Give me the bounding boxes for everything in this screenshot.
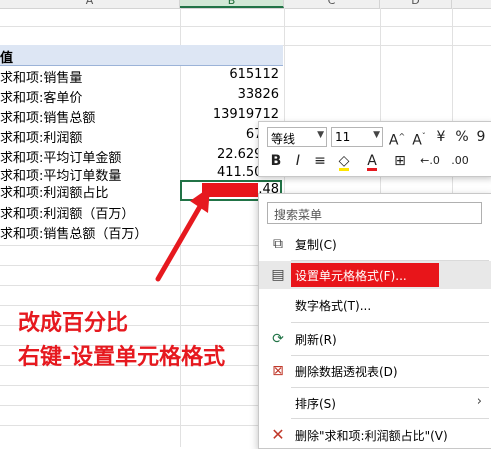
column-header-row: A B C D	[0, 0, 491, 9]
refresh-icon: ⟳	[272, 331, 284, 347]
chevron-down-icon: ▼	[317, 130, 324, 140]
menu-search-input[interactable]: 搜索菜单	[267, 202, 482, 224]
format-cells-icon: ▤	[271, 267, 285, 283]
pivot-row[interactable]: 求和项:客单价 33826	[0, 86, 283, 106]
pivot-row-label: 求和项:利润额占比	[0, 186, 109, 201]
font-name-select[interactable]: 等线 ▼	[267, 127, 327, 147]
pivot-row[interactable]: 求和项:利润额（百万） 6	[0, 202, 283, 222]
bold-icon[interactable]: B	[267, 151, 285, 171]
pivot-row-value: 13919712	[212, 107, 279, 122]
menu-item-label: 数字格式(T)...	[295, 299, 372, 313]
menu-item-label: 设置单元格格式(F)...	[295, 269, 407, 283]
remove-field-icon: ✕	[271, 425, 285, 444]
column-header-a[interactable]: A	[0, 0, 180, 8]
font-name-value: 等线	[271, 132, 296, 146]
column-header-c[interactable]: C	[284, 0, 380, 8]
comma-format-icon[interactable]: 9	[472, 127, 490, 147]
menu-item-copy[interactable]: ⧉ 复制(C)	[259, 230, 491, 258]
annotation-line-1: 改成百分比	[18, 311, 129, 336]
context-menu: 搜索菜单 ⧉ 复制(C) ▤ 设置单元格格式(F)... 数字格式(T)... …	[258, 193, 491, 449]
pivot-row[interactable]: 求和项:利润额 6760	[0, 126, 283, 146]
menu-item-label: 删除"求和项:利润额占比"(V)	[295, 429, 448, 443]
increase-font-icon[interactable]: A^	[387, 127, 407, 149]
menu-item-label: 删除数据透视表(D)	[295, 365, 398, 379]
pivot-row-label: 求和项:利润额	[0, 131, 83, 146]
font-size-value: 11	[335, 130, 351, 144]
font-color-icon[interactable]: A	[361, 151, 383, 171]
delete-pivot-icon: ⊠	[272, 363, 284, 379]
menu-item-remove-field[interactable]: ✕ 删除"求和项:利润额占比"(V)	[259, 421, 491, 449]
menu-separator	[291, 418, 489, 419]
chevron-right-icon: ›	[476, 394, 482, 409]
menu-item-delete-pivot[interactable]: ⊠ 删除数据透视表(D)	[259, 357, 491, 385]
menu-item-sort[interactable]: 排序(S) ›	[259, 389, 491, 417]
decrease-font-icon[interactable]: Aˇ	[409, 127, 429, 149]
currency-format-icon[interactable]: ¥	[431, 127, 451, 147]
align-icon[interactable]: ≡	[311, 151, 329, 171]
menu-item-format-cells[interactable]: ▤ 设置单元格格式(F)...	[259, 261, 491, 289]
column-header-d[interactable]: D	[380, 0, 452, 8]
pivot-row[interactable]: 求和项:销售总额（百万） 13	[0, 222, 283, 242]
pivot-row[interactable]: 求和项:销售量 615112	[0, 66, 283, 86]
fill-color-icon[interactable]: ◇	[333, 151, 355, 171]
annotation-arrow	[155, 187, 210, 282]
pivot-row-value: 33826	[237, 87, 279, 102]
pivot-row-value: 615112	[229, 67, 279, 82]
pivot-row-label: 求和项:销售总额（百万）	[0, 227, 148, 242]
font-size-select[interactable]: 11 ▼	[331, 127, 383, 147]
column-header-b[interactable]: B	[180, 0, 284, 8]
menu-separator	[291, 322, 489, 323]
pivot-header-label: 值	[0, 51, 14, 66]
increase-decimal-icon[interactable]: ←.0	[417, 151, 443, 171]
grid-line	[0, 26, 491, 27]
menu-item-refresh[interactable]: ⟳ 刷新(R)	[259, 325, 491, 353]
copy-icon: ⧉	[273, 236, 283, 252]
menu-item-label: 复制(C)	[295, 238, 337, 252]
menu-separator	[291, 355, 489, 356]
pivot-row[interactable]: 求和项:平均订单金额 22.62955	[0, 146, 283, 166]
pivot-row-label: 求和项:销售总额	[0, 111, 96, 126]
mini-toolbar: 等线 ▼ 11 ▼ A^ Aˇ ¥ % 9 B I ≡ ◇ A ⊞ ←.0 .0…	[258, 121, 491, 177]
percent-format-icon[interactable]: %	[453, 127, 471, 147]
chevron-down-icon: ▼	[373, 130, 380, 140]
pivot-row-label: 求和项:利润额（百万）	[0, 207, 135, 222]
borders-icon[interactable]: ⊞	[389, 151, 411, 171]
pivot-row-label: 求和项:客单价	[0, 91, 83, 106]
pivot-values-header[interactable]: 值	[0, 45, 283, 66]
annotation-line-2: 右键-设置单元格格式	[18, 345, 226, 370]
pivot-row-label: 求和项:销售量	[0, 71, 83, 86]
menu-separator	[291, 387, 489, 388]
decrease-decimal-icon[interactable]: .00	[447, 151, 473, 171]
menu-item-number-format[interactable]: 数字格式(T)...	[259, 291, 491, 319]
italic-icon[interactable]: I	[289, 151, 307, 171]
pivot-row[interactable]: 求和项:销售总额 13919712	[0, 106, 283, 126]
menu-item-label: 刷新(R)	[295, 333, 337, 347]
menu-item-label: 排序(S)	[295, 397, 336, 411]
